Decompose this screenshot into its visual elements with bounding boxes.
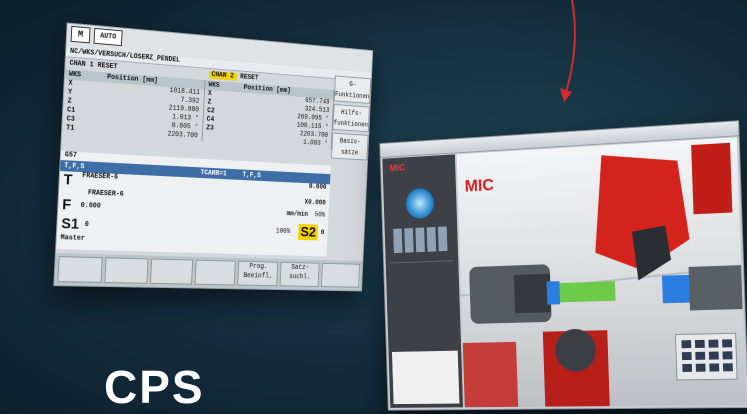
tool-ref: TCARR=1 (200, 168, 227, 178)
bottom-softkey-2[interactable] (104, 257, 149, 284)
mode-indicator: AUTO (93, 27, 123, 47)
bottom-softkey-4[interactable] (194, 259, 237, 286)
spindle-1-value: 0 (84, 220, 89, 229)
simulation-window: MIC MIC (379, 120, 747, 411)
machine-render: MIC (457, 142, 746, 408)
block-search-softkey[interactable]: Satz-suchl. (279, 261, 320, 287)
render-logo: MIC (464, 174, 494, 195)
axis-list-left: X 1018.411 Y 7.392 Z 2119.880 C1 1.013 ° C3 0.005… (62, 79, 204, 141)
spindle-2-label: S2 (298, 223, 318, 241)
tool-value-1: 0.000 (308, 183, 327, 192)
spindle-percent: 100% (275, 227, 291, 236)
machine-head (691, 142, 733, 215)
softkey-g-functions[interactable]: G-Funktionen (333, 75, 372, 104)
channel-1-status: RESET (97, 61, 118, 72)
prog-control-softkey[interactable]: Prog. Beeinfl. (237, 260, 279, 287)
tool-label: T (63, 171, 73, 189)
jog-dial-icon[interactable] (405, 187, 435, 219)
feed-value: 0.000 (80, 201, 101, 211)
bottom-softkey-1[interactable] (57, 256, 103, 283)
arrow-icon (560, 0, 576, 102)
bottom-softkeys: Prog. Beeinfl. Satz-suchl. (54, 253, 363, 291)
tool-name-1: FRAESER-6 (82, 172, 119, 182)
sim-panel-logo: MIC (389, 162, 406, 175)
axis-column-left: WKS Position [mm] X 1018.411 Y 7.392 Z 2119.8… (62, 69, 206, 142)
axis-name: T1 (65, 124, 75, 133)
data-table (391, 350, 460, 405)
tool-value-2: X0.000 (304, 198, 326, 208)
workpiece (559, 281, 616, 303)
bottom-softkey-7[interactable] (321, 262, 360, 288)
softkey-basic-blocks[interactable]: Basis-sätze (331, 132, 369, 161)
sub-chuck (661, 274, 692, 304)
feed-percent: 50% (314, 211, 326, 219)
machine-3d-view[interactable]: MIC (457, 137, 746, 408)
shaft (615, 283, 663, 297)
key-grid-icon[interactable] (393, 226, 450, 254)
feed-label: F (61, 196, 72, 214)
machine-icon[interactable]: M (70, 25, 91, 44)
chuck-jaw (546, 281, 561, 305)
feed-unit: mm/min (286, 209, 309, 219)
axis-list-right: X 657.749 Z 324.513 C2 269.095 ° C4 100.115 ° Z3… (202, 90, 333, 149)
settings-list (390, 260, 456, 348)
spindle-2-value: 0 (320, 228, 325, 237)
vertical-softkeys: G-Funktionen Hilfs-funktionen Basis-sätz… (331, 75, 372, 163)
tool-name-2: FRAESER-6 (87, 189, 124, 199)
axis-name (206, 133, 242, 144)
channel-1-label: CHAN 1 (69, 59, 94, 70)
tool-feed-spindle-block: G57 T,F,S TCARR=1 T,F,S T FRAESER-6 0.00… (56, 151, 331, 257)
softkey-aux-functions[interactable]: Hilfs-funktionen (332, 104, 370, 133)
channel-2-label: CHAN 2 (208, 70, 237, 81)
tool-cone (631, 225, 672, 281)
spindle-1-label: S1 (60, 215, 80, 233)
axis-column-right: WKS Position [mm] X 657.749 Z 324.513 C2 269.… (202, 80, 335, 150)
channel-2-status: RESET (239, 73, 259, 83)
sub-spindle (688, 265, 743, 311)
hmi-panel: M AUTO NC/WKS/VERSUCH/LOSERZ_PENDEL CHAN… (53, 22, 374, 292)
simulation-control-panel: MIC (382, 154, 464, 408)
headline-cps: CPS (104, 361, 205, 413)
bottom-softkey-3[interactable] (149, 258, 193, 285)
tfs-right-label: T,F,S (242, 170, 261, 180)
